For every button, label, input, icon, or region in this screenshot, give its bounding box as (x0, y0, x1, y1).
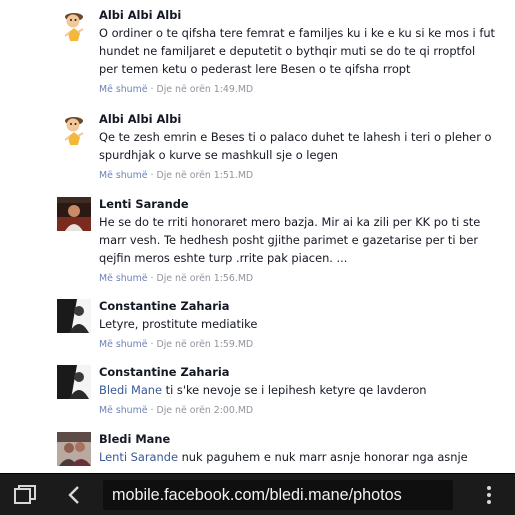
tabs-button[interactable] (12, 484, 38, 506)
comment-text-line: Letyre, prostitute mediatike (99, 317, 258, 331)
avatar[interactable] (57, 299, 91, 333)
profile-photo-icon (57, 365, 91, 399)
comment-like-link[interactable]: Më shumë (99, 339, 148, 350)
avatar[interactable] (57, 432, 91, 466)
comment-body: Constantine Zaharia Letyre, prostitute m… (99, 297, 507, 352)
comment-body: Bledi Mane Lenti Sarande nuk paguhem e n… (99, 430, 507, 466)
browser-toolbar: mobile.facebook.com/bledi.mane/photos (0, 473, 515, 515)
comment-timestamp[interactable]: Dje në orën 1:56.MD (156, 273, 253, 284)
comment-timestamp[interactable]: Dje në orën 1:59.MD (156, 339, 253, 350)
mention-link[interactable]: Lenti Sarande (99, 450, 178, 464)
comment-text-fragment: nuk paguhem e nuk marr asnje honorar nga… (177, 450, 468, 464)
tabs-icon (14, 485, 36, 504)
comment-text: Qe te zesh emrin e Beses ti o palaco duh… (99, 128, 507, 164)
comment-text-line: Bledi Mane ti s'ke nevoje se i lepihesh … (99, 381, 507, 399)
comment-text-line: O ordiner o te qifsha tere femrat e fami… (99, 26, 496, 40)
avatar[interactable] (57, 112, 91, 146)
comment-body: Albi Albi Albi Qe te zesh emrin e Beses … (99, 110, 507, 183)
profile-photo-icon (57, 432, 91, 466)
comment-text-line: Lenti Sarande nuk paguhem e nuk marr asn… (99, 448, 507, 466)
comment-timestamp[interactable]: Dje në orën 1:49.MD (156, 84, 253, 95)
comment-body: Lenti Sarande He se do te rriti honorare… (99, 195, 507, 286)
avatar[interactable] (57, 365, 91, 399)
comment-author[interactable]: Lenti Sarande (99, 195, 507, 213)
overflow-menu-button[interactable] (478, 483, 500, 507)
comment-text: Bledi Mane ti s'ke nevoje se i lepihesh … (99, 381, 507, 399)
comment-text-line: marr vesh. Te hedhesh posht gjithe parim… (99, 233, 479, 247)
comment-body: Albi Albi Albi O ordiner o te qifsha ter… (99, 6, 507, 97)
avatar[interactable] (57, 8, 91, 42)
comment-author[interactable]: Albi Albi Albi (99, 6, 507, 24)
comment-text: Letyre, prostitute mediatike (99, 315, 507, 333)
more-vertical-icon (487, 486, 491, 504)
comment-text-line: qejfin meros eshte turp .rrite pak piace… (99, 251, 348, 265)
comment-text: He se do te rriti honoraret mero bazja. … (99, 213, 507, 267)
comment-like-link[interactable]: Më shumë (99, 273, 148, 284)
comment-meta: Më shumë · Dje në orën 1:51.MD (99, 169, 507, 183)
comment-like-link[interactable]: Më shumë (99, 170, 148, 181)
comment-body: Constantine Zaharia Bledi Mane ti s'ke n… (99, 363, 507, 418)
comment-meta: Më shumë · Dje në orën 1:59.MD (99, 338, 507, 352)
back-chevron-icon (68, 486, 79, 504)
comment-author[interactable]: Albi Albi Albi (99, 110, 507, 128)
comment-meta: Më shumë · Dje në orën 1:49.MD (99, 83, 507, 97)
comment-text-line: per temen ketu o pederast lere Besen o t… (99, 62, 411, 76)
profile-photo-icon (57, 197, 91, 231)
comment-like-link[interactable]: Më shumë (99, 405, 148, 416)
cartoon-character-avatar-icon (57, 8, 91, 42)
comment-text-line: Qe te zesh emrin e Beses ti o palaco duh… (99, 130, 492, 144)
comment-text-line: He se do te rriti honoraret mero bazja. … (99, 215, 481, 229)
comment-meta: Më shumë · Dje në orën 1:56.MD (99, 272, 507, 286)
comment-timestamp[interactable]: Dje në orën 1:51.MD (156, 170, 253, 181)
comment-author[interactable]: Bledi Mane (99, 430, 507, 448)
mention-link[interactable]: Bledi Mane (99, 383, 162, 397)
comment-like-link[interactable]: Më shumë (99, 84, 148, 95)
profile-photo-icon (57, 299, 91, 333)
comment-text: Lenti Sarande nuk paguhem e nuk marr asn… (99, 448, 507, 466)
back-button[interactable] (62, 483, 88, 507)
comment-text: O ordiner o te qifsha tere femrat e fami… (99, 24, 507, 78)
comment-author[interactable]: Constantine Zaharia (99, 363, 507, 381)
comment-text-line: hundet ne familjaret e deputetit o bythq… (99, 44, 476, 58)
cartoon-character-avatar-icon (57, 112, 91, 146)
comment-author[interactable]: Constantine Zaharia (99, 297, 507, 315)
comments-feed[interactable]: Albi Albi Albi O ordiner o te qifsha ter… (0, 0, 515, 473)
url-text: mobile.facebook.com/bledi.mane/photos (112, 486, 402, 504)
comment-text-line: spurdhjak o kurve se mashkull sje o lege… (99, 148, 338, 162)
avatar[interactable] (57, 197, 91, 231)
address-bar[interactable]: mobile.facebook.com/bledi.mane/photos (103, 480, 453, 510)
comment-text-fragment: ti s'ke nevoje se i lepihesh ketyre qe l… (162, 383, 427, 397)
comment-meta: Më shumë · Dje në orën 2:00.MD (99, 404, 507, 418)
comment-timestamp[interactable]: Dje në orën 2:00.MD (156, 405, 253, 416)
